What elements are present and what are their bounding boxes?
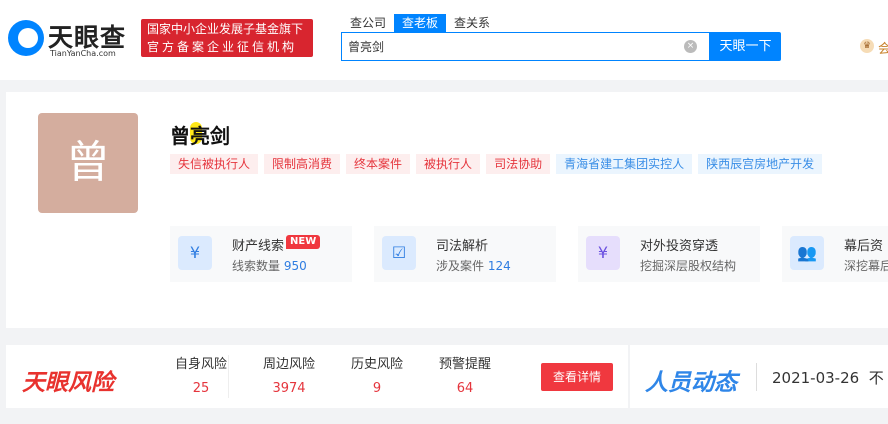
feature-title: 对外投资穿透: [640, 239, 719, 254]
tag-controller[interactable]: 青海省建工集团实控人: [556, 154, 693, 174]
risk-surrounding[interactable]: 周边风险 3974: [254, 356, 324, 398]
feature-subtitle: 挖掘深层股权结构: [640, 259, 737, 273]
risk-value: 3974: [272, 381, 306, 396]
person-name: 曾亮剑: [170, 124, 230, 148]
judicial-analysis-icon: ☑: [382, 236, 416, 270]
risk-value: 25: [192, 381, 210, 396]
search-box: ×: [341, 32, 710, 61]
feature-subtitle: 线索数量: [232, 259, 281, 273]
case-count: 124: [487, 259, 511, 273]
tag-terminated-case[interactable]: 终本案件: [346, 154, 411, 174]
risk-panel: 天眼风险 自身风险 25 周边风险 3974 历史风险 9 预警提醒 64 查看详情: [6, 345, 628, 408]
search-input[interactable]: [342, 33, 672, 60]
dynamics-logo: 人员动态: [645, 370, 737, 396]
feature-title: 财产线索: [232, 239, 285, 254]
feature-investment[interactable]: ¥ 对外投资穿透 挖掘深层股权结构: [578, 226, 760, 282]
feature-property-clue[interactable]: ¥ 财产线索 NEW 线索数量 950: [170, 226, 352, 282]
person-card: 曾 曾亮剑 失信被执行人 限制高消费 终本案件 被执行人 司法协助 青海省建工集…: [6, 92, 888, 328]
search-tabs: 查公司 查老板 查关系: [342, 14, 498, 32]
risk-label: 预警提醒: [438, 357, 491, 372]
property-clue-icon: ¥: [178, 236, 212, 270]
risk-label: 自身风险: [174, 357, 227, 372]
tag-list: 失信被执行人 限制高消费 终本案件 被执行人 司法协助 青海省建工集团实控人 陕…: [170, 154, 823, 174]
feature-subtitle: 深挖幕后: [844, 259, 888, 273]
risk-value: 64: [456, 381, 474, 396]
dynamics-entry[interactable]: 2021-03-26 不: [772, 367, 884, 388]
tab-company[interactable]: 查公司: [342, 14, 394, 32]
tag-company[interactable]: 陕西辰宫房地产开发: [698, 154, 823, 174]
risk-self[interactable]: 自身风险 25: [166, 356, 236, 398]
risk-logo: 天眼风险: [22, 370, 114, 396]
vip-link[interactable]: 会: [878, 38, 888, 57]
divider: [756, 363, 757, 391]
feature-subtitle: 涉及案件: [436, 259, 485, 273]
risk-warning[interactable]: 预警提醒 64: [430, 356, 500, 398]
crown-icon[interactable]: ♛: [860, 39, 874, 53]
feature-list: ¥ 财产线索 NEW 线索数量 950 ☑ 司法解析 涉及案件 124 ¥ 对外投…: [170, 226, 888, 282]
dynamics-text: 不: [868, 369, 884, 387]
avatar: 曾: [38, 113, 138, 213]
tag-judicial-assist[interactable]: 司法协助: [486, 154, 551, 174]
logo-subtitle: TianYanCha.com: [50, 49, 116, 58]
top-header: 天眼查 TianYanCha.com 国家中小企业发展子基金旗下 官方备案企业征…: [0, 0, 888, 80]
tag-dishonest[interactable]: 失信被执行人: [170, 154, 259, 174]
behind-scenes-icon: 👥: [790, 236, 824, 270]
new-badge: NEW: [286, 235, 321, 249]
dynamics-date: 2021-03-26: [772, 369, 860, 387]
tab-relation[interactable]: 查关系: [446, 14, 498, 32]
risk-label: 周边风险: [262, 357, 315, 372]
search-button[interactable]: 天眼一下: [710, 32, 781, 61]
badge-line-2: 官方备案企业征信机构: [147, 40, 298, 54]
clear-icon[interactable]: ×: [684, 40, 697, 53]
feature-judicial-analysis[interactable]: ☑ 司法解析 涉及案件 124: [374, 226, 556, 282]
view-details-button[interactable]: 查看详情: [541, 363, 613, 391]
tag-executed[interactable]: 被执行人: [416, 154, 481, 174]
risk-label: 历史风险: [350, 357, 403, 372]
logo-eye-icon: [8, 20, 44, 56]
official-badge: 国家中小企业发展子基金旗下 官方备案企业征信机构: [141, 19, 313, 57]
risk-history[interactable]: 历史风险 9: [342, 356, 412, 398]
feature-behind-scenes[interactable]: 👥 幕后资 深挖幕后: [782, 226, 888, 282]
investment-icon: ¥: [586, 236, 620, 270]
dynamics-panel: 人员动态 2021-03-26 不: [630, 345, 888, 408]
tab-boss[interactable]: 查老板: [394, 14, 447, 32]
feature-title: 司法解析: [436, 239, 489, 254]
badge-line-1: 国家中小企业发展子基金旗下: [147, 22, 304, 36]
tianyancha-logo[interactable]: 天眼查 TianYanCha.com: [8, 18, 133, 60]
feature-title: 幕后资: [844, 239, 884, 254]
risk-value: 9: [372, 381, 382, 396]
tag-consumption-limit[interactable]: 限制高消费: [264, 154, 341, 174]
clue-count: 950: [283, 259, 307, 273]
